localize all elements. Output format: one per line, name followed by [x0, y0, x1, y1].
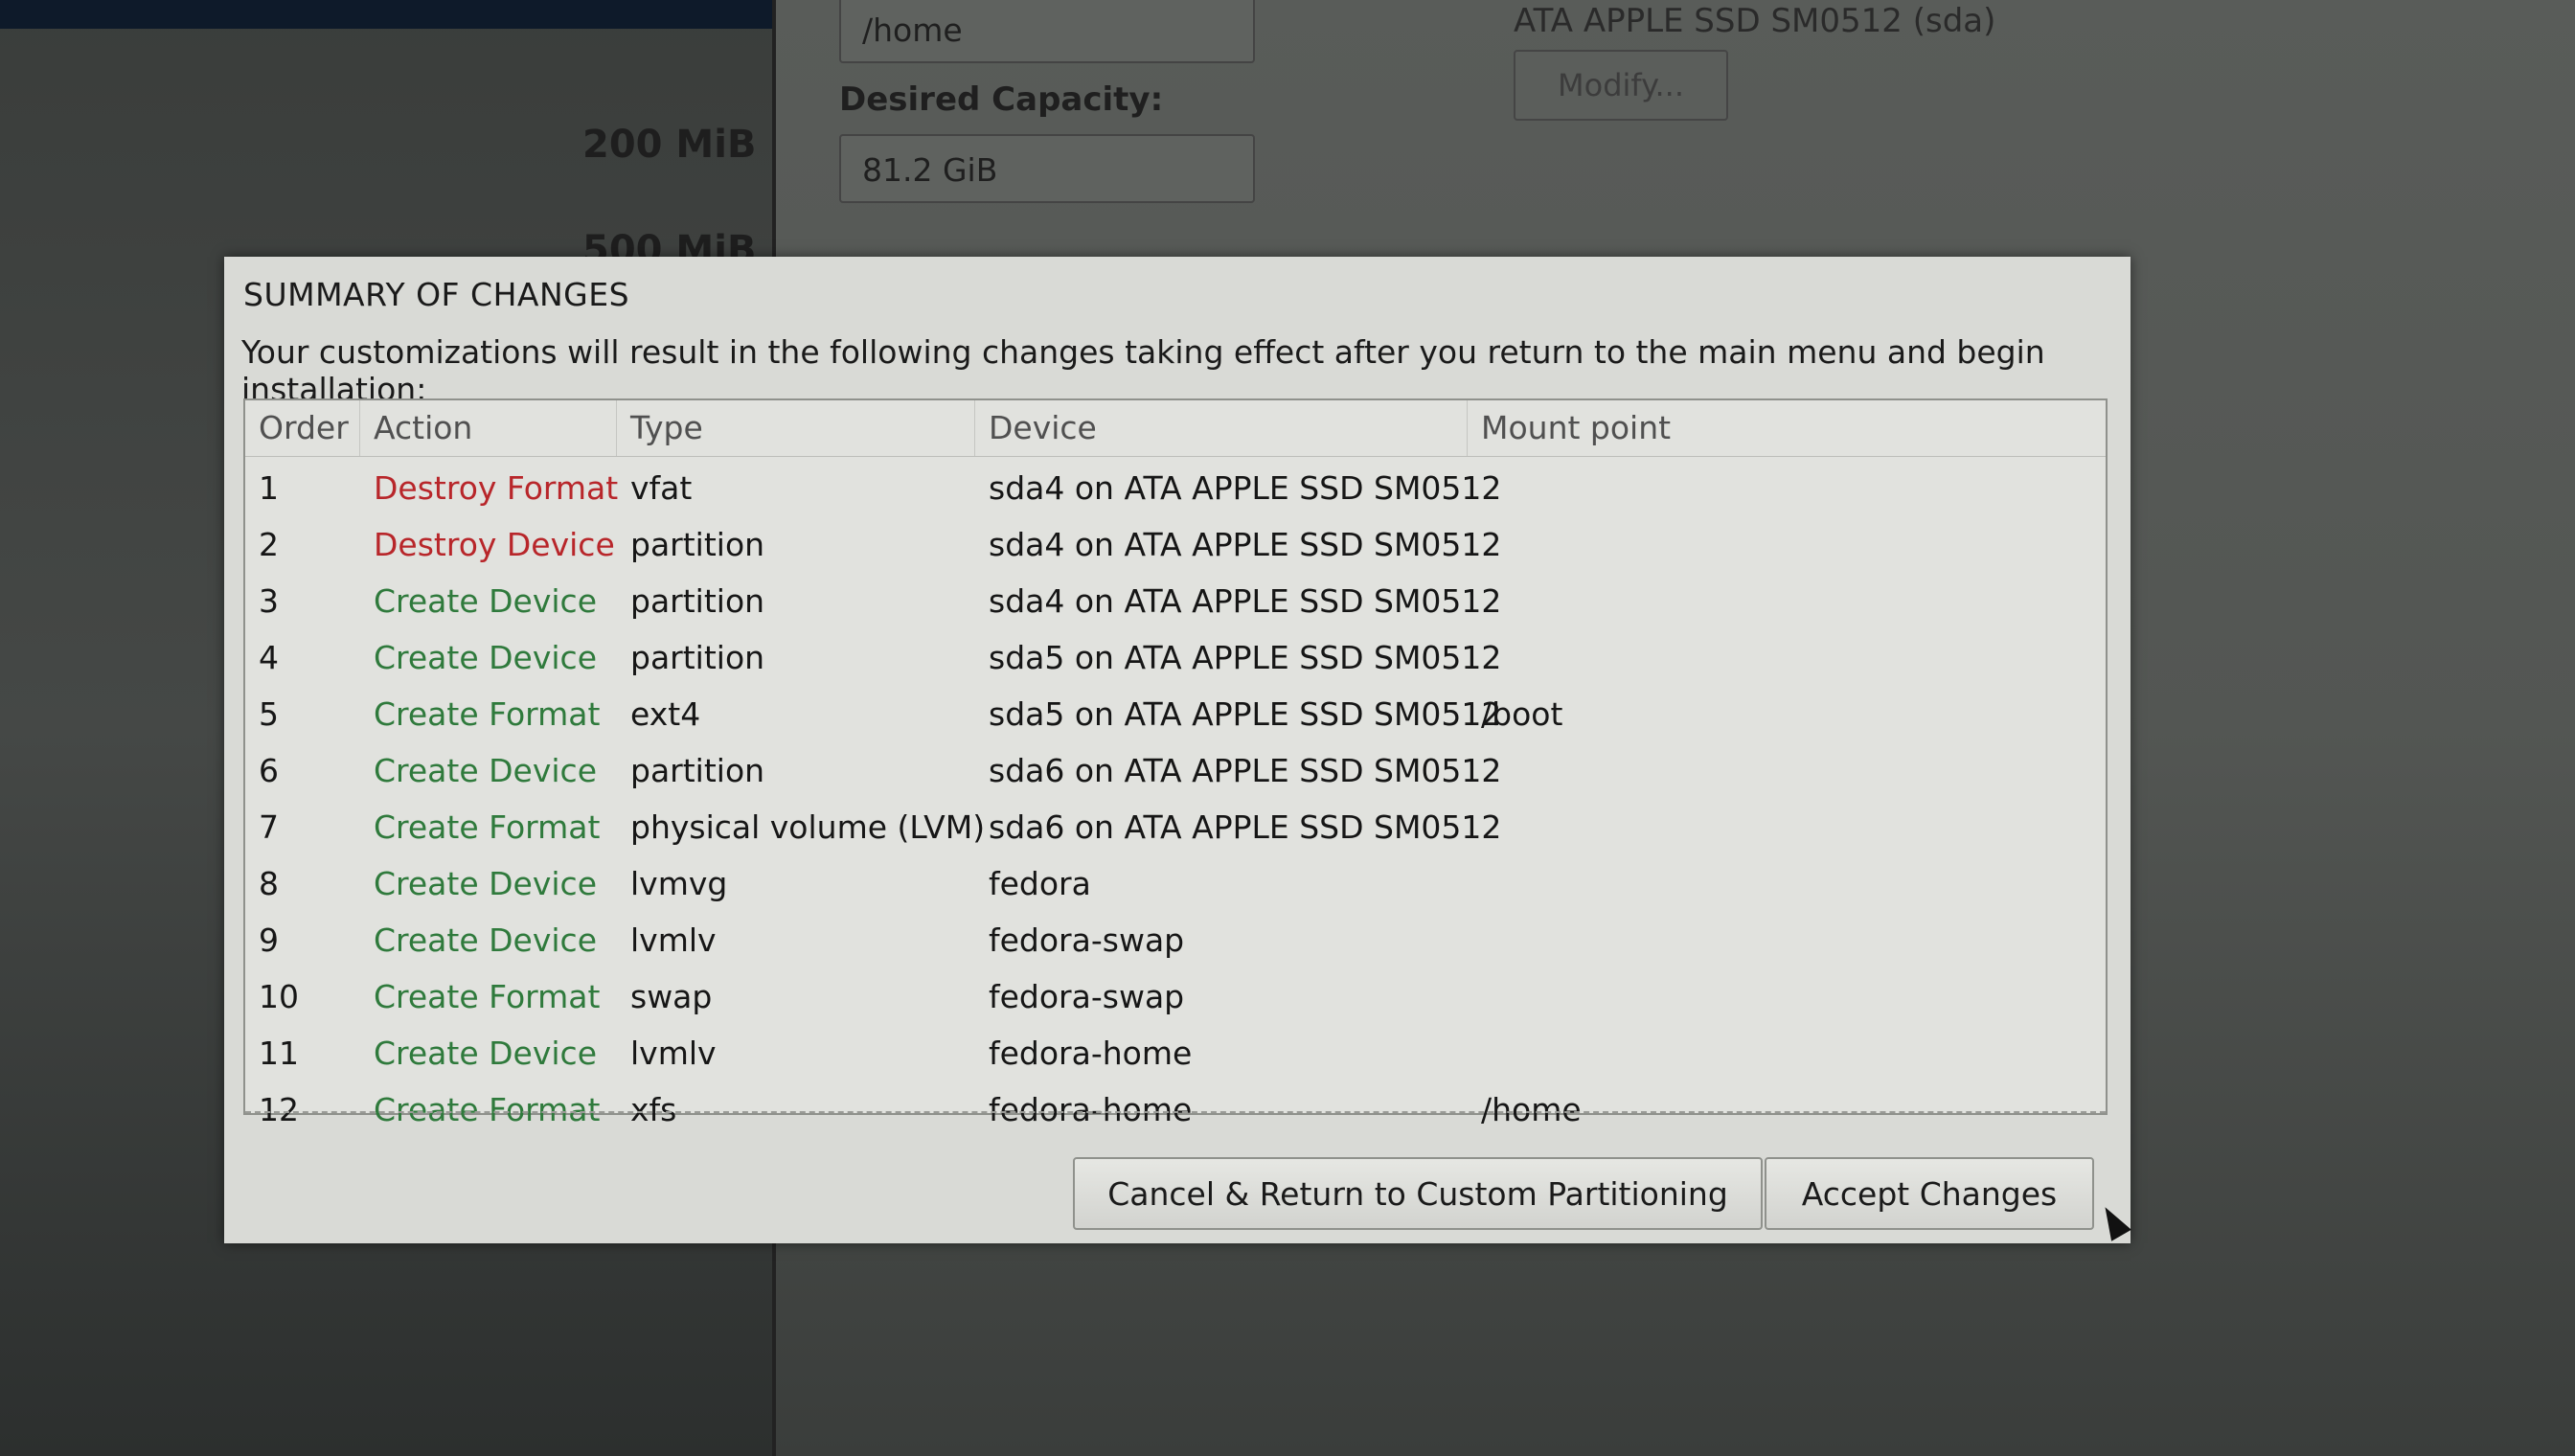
cell-type: lvmlv	[630, 921, 717, 959]
cell-device: sda6 on ATA APPLE SSD SM0512	[989, 808, 1502, 846]
accept-changes-button[interactable]: Accept Changes	[1765, 1157, 2094, 1230]
cell-type: partition	[630, 582, 765, 620]
summary-of-changes-dialog: SUMMARY OF CHANGES Your customizations w…	[224, 257, 2131, 1243]
dialog-description: Your customizations will result in the f…	[241, 333, 2045, 408]
table-row[interactable]: 3 Create Device partition sda4 on ATA APPLE…	[245, 573, 2106, 629]
table-header: Order Action Type Device Mount point	[245, 400, 2106, 457]
cell-type: vfat	[630, 469, 693, 507]
cell-device: fedora	[989, 865, 1091, 902]
table-row[interactable]: 6 Create Device partition sda6 on ATA APPLE…	[245, 742, 2106, 799]
table-row[interactable]: 4 Create Device partition sda5 on ATA APPLE…	[245, 629, 2106, 686]
cell-action: Destroy Device	[374, 526, 615, 563]
cell-type: lvmlv	[630, 1035, 717, 1072]
cell-type: lvmvg	[630, 865, 728, 902]
cell-action: Create Device	[374, 582, 597, 620]
changes-table[interactable]: Order Action Type Device Mount point 1 De…	[243, 398, 2108, 1128]
cell-action: Create Format	[374, 1091, 601, 1128]
partition-size-boot-efi: 200 MiB	[582, 123, 757, 167]
cell-device: sda4 on ATA APPLE SSD SM0512	[989, 582, 1502, 620]
table-row[interactable]: 7 Create Format physical volume (LVM) sda6 …	[245, 799, 2106, 855]
cell-order: 3	[259, 582, 279, 620]
column-header-device[interactable]: Device	[975, 400, 1468, 456]
cell-action: Destroy Format	[374, 469, 619, 507]
table-row[interactable]: 5 Create Format ext4 sda5 on ATA APPLE SSD …	[245, 686, 2106, 742]
left-panel-header	[0, 0, 776, 29]
table-row[interactable]: 11 Create Device lvmlv fedora-home	[245, 1025, 2106, 1081]
cell-order: 5	[259, 695, 279, 733]
desired-capacity-label: Desired Capacity:	[839, 80, 1164, 119]
cell-device: sda6 on ATA APPLE SSD SM0512	[989, 752, 1502, 789]
cell-device: fedora-home	[989, 1035, 1193, 1072]
cell-action: Create Device	[374, 639, 597, 676]
table-row[interactable]: 2 Destroy Device partition sda4 on ATA APPL…	[245, 516, 2106, 573]
table-row[interactable]: 1 Destroy Format vfat sda4 on ATA APPLE SSD…	[245, 460, 2106, 516]
cell-device: sda5 on ATA APPLE SSD SM0512	[989, 639, 1502, 676]
cell-device: sda4 on ATA APPLE SSD SM0512	[989, 526, 1502, 563]
cell-device: fedora-home	[989, 1091, 1193, 1128]
cell-type: xfs	[630, 1091, 677, 1128]
cell-action: Create Device	[374, 752, 597, 789]
cell-mount-point: /boot	[1481, 695, 1563, 733]
cell-order: 4	[259, 639, 279, 676]
cell-order: 7	[259, 808, 279, 846]
column-header-order[interactable]: Order	[245, 400, 360, 456]
cell-action: Create Device	[374, 921, 597, 959]
table-row[interactable]: 8 Create Device lvmvg fedora	[245, 855, 2106, 912]
cell-device: fedora-swap	[989, 978, 1185, 1015]
cell-action: Create Format	[374, 978, 601, 1015]
cell-device: sda4 on ATA APPLE SSD SM0512	[989, 469, 1502, 507]
cell-type: swap	[630, 978, 713, 1015]
cell-order: 6	[259, 752, 279, 789]
cell-type: ext4	[630, 695, 701, 733]
cell-action: Create Format	[374, 808, 601, 846]
column-header-mount-point[interactable]: Mount point	[1468, 400, 2106, 456]
cell-type: partition	[630, 752, 765, 789]
cell-order: 1	[259, 469, 279, 507]
column-header-type[interactable]: Type	[617, 400, 975, 456]
cell-order: 8	[259, 865, 279, 902]
mount-point-field[interactable]: /home	[839, 0, 1255, 63]
cell-order: 12	[259, 1091, 299, 1128]
cell-order: 10	[259, 978, 299, 1015]
table-row[interactable]: 12 Create Format xfs fedora-home/home	[245, 1081, 2106, 1138]
cell-action: Create Device	[374, 865, 597, 902]
cell-type: partition	[630, 639, 765, 676]
table-row[interactable]: 9 Create Device lvmlv fedora-swap	[245, 912, 2106, 968]
cell-mount-point: /home	[1481, 1091, 1582, 1128]
cell-order: 9	[259, 921, 279, 959]
device-label: ATA APPLE SSD SM0512 (sda)	[1514, 2, 1996, 40]
cell-type: partition	[630, 526, 765, 563]
cell-device: sda5 on ATA APPLE SSD SM0512	[989, 695, 1502, 733]
cancel-return-button[interactable]: Cancel & Return to Custom Partitioning	[1073, 1157, 1763, 1230]
cell-action: Create Format	[374, 695, 601, 733]
dialog-title: SUMMARY OF CHANGES	[243, 276, 630, 313]
cell-action: Create Device	[374, 1035, 597, 1072]
cell-order: 11	[259, 1035, 299, 1072]
table-row[interactable]: 10 Create Format swap fedora-swap	[245, 968, 2106, 1025]
modify-button[interactable]: Modify...	[1514, 50, 1728, 121]
cell-type: physical volume (LVM)	[630, 808, 986, 846]
table-bottom-border	[245, 1111, 2106, 1113]
column-header-action[interactable]: Action	[360, 400, 617, 456]
cell-device: fedora-swap	[989, 921, 1185, 959]
desired-capacity-field[interactable]: 81.2 GiB	[839, 134, 1255, 203]
cell-order: 2	[259, 526, 279, 563]
